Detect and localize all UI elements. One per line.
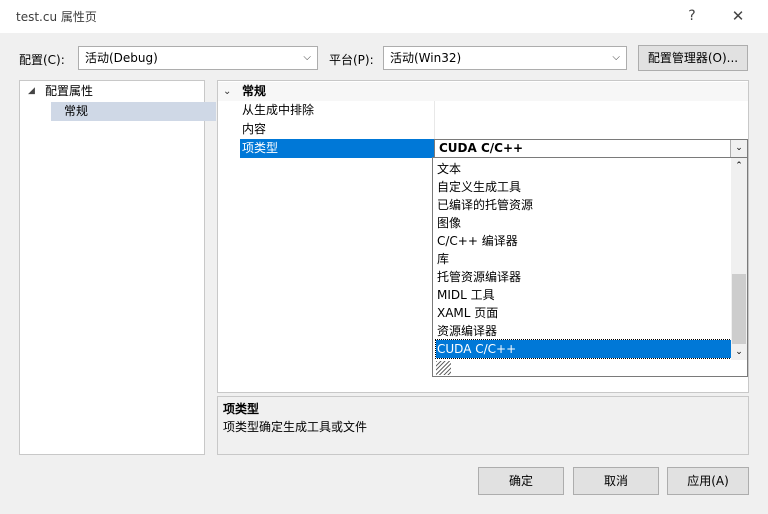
platform-label: 平台(P): (329, 53, 374, 67)
grid-row-content[interactable]: 内容 (218, 120, 748, 139)
platform-combo[interactable]: 活动(Win32) ⌵ (383, 46, 627, 70)
dropdown-option[interactable]: 资源编译器 (436, 322, 731, 340)
chevron-down-icon[interactable]: ⌄ (730, 140, 747, 157)
dropdown-option[interactable]: 已编译的托管资源 (436, 196, 731, 214)
resize-grip-icon[interactable] (436, 361, 451, 375)
dropdown-option[interactable]: C/C++ 编译器 (436, 232, 731, 250)
dropdown-option[interactable]: 自定义生成工具 (436, 178, 731, 196)
tree-item-general[interactable]: 常规 (51, 102, 216, 121)
tree-item-config-properties[interactable]: 配置属性 (45, 82, 93, 101)
grid-row-exclude[interactable]: 从生成中排除 (218, 101, 748, 120)
config-value: 活动(Debug) (85, 51, 158, 65)
chevron-down-icon: ⌵ (303, 52, 311, 63)
scroll-down-icon[interactable]: ⌄ (731, 344, 747, 360)
column-divider (434, 120, 435, 139)
item-type-value: CUDA C/C++ (439, 141, 524, 155)
dropdown-option[interactable]: 图像 (436, 214, 731, 232)
column-divider (434, 101, 435, 120)
scroll-up-icon[interactable]: ⌃ (731, 158, 747, 174)
chevron-down-icon: ⌄ (223, 86, 232, 97)
property-name: 从生成中排除 (242, 103, 315, 117)
config-label: 配置(C): (19, 53, 65, 67)
grid-row-item-type[interactable]: 项类型 CUDA C/C++ ⌄ (218, 139, 748, 158)
dropdown-option[interactable]: CUDA C/C++ (435, 339, 732, 359)
scroll-thumb[interactable] (732, 274, 746, 344)
dropdown-option[interactable]: XAML 页面 (436, 304, 731, 322)
platform-value: 活动(Win32) (390, 51, 462, 65)
dropdown-option[interactable]: 库 (436, 250, 731, 268)
description-title: 项类型 (223, 402, 260, 416)
item-type-combo[interactable]: CUDA C/C++ ⌄ (434, 139, 748, 158)
dropdown-option[interactable]: MIDL 工具 (436, 286, 731, 304)
grid-category-general[interactable]: ⌄ 常规 (218, 82, 748, 101)
tree-item-label: 常规 (64, 104, 89, 118)
ok-button[interactable]: 确定 (478, 467, 564, 495)
item-type-dropdown: 文本 自定义生成工具 已编译的托管资源 图像 C/C++ 编译器库托管资源编译器 MIDL… (432, 157, 748, 377)
expand-triangle-icon[interactable]: ◢ (28, 82, 35, 101)
dropdown-scrollbar[interactable]: ⌃ ⌄ (731, 158, 747, 360)
description-text: 项类型确定生成工具或文件 (223, 420, 368, 434)
property-name: 项类型 (240, 139, 436, 158)
close-button[interactable]: ✕ (727, 5, 749, 27)
apply-button[interactable]: 应用(A) (667, 467, 749, 495)
config-combo[interactable]: 活动(Debug) ⌵ (78, 46, 318, 70)
dropdown-option[interactable]: 文本 (436, 160, 731, 178)
dropdown-option[interactable]: 托管资源编译器 (436, 268, 731, 286)
tree-pane: ◢ 配置属性 常规 (19, 80, 216, 455)
description-pane: 项类型 项类型确定生成工具或文件 (217, 396, 749, 455)
window-title: test.cu 属性页 (16, 10, 97, 24)
cancel-button[interactable]: 取消 (573, 467, 659, 495)
chevron-down-icon: ⌵ (612, 52, 620, 63)
category-label: 常规 (242, 84, 267, 98)
config-manager-button[interactable]: 配置管理器(O)... (638, 45, 748, 71)
title-bar (0, 0, 768, 33)
property-name: 内容 (242, 122, 267, 136)
help-button[interactable]: ? (681, 5, 703, 27)
